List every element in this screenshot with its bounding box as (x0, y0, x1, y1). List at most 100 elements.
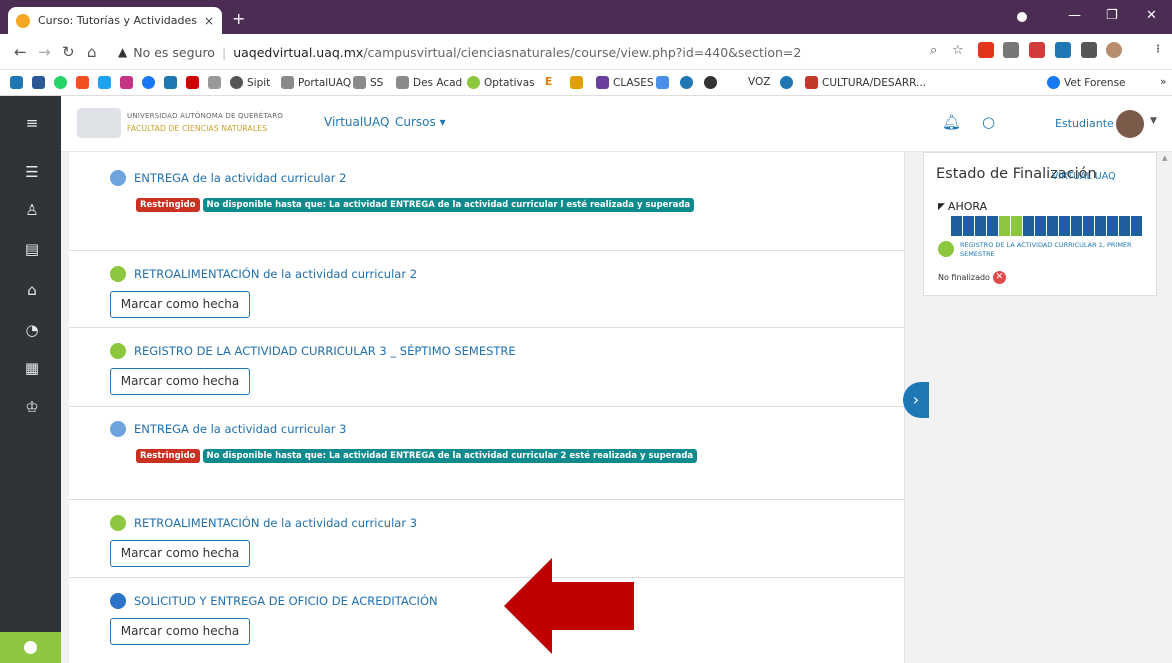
mark-done-button[interactable]: Marcar como hecha (110, 368, 250, 395)
bookmark-des-acad[interactable]: Des Acad (396, 76, 462, 89)
bookmark-5-icon[interactable] (656, 76, 669, 89)
linkedin-icon[interactable] (1055, 42, 1071, 58)
bookmark-4-icon[interactable] (570, 76, 583, 89)
mark-done-button[interactable]: Marcar como hecha (110, 291, 250, 318)
forward-icon[interactable]: → (38, 43, 51, 61)
bookmark-optativas[interactable]: Optativas (467, 76, 535, 89)
outlook-icon[interactable] (10, 76, 23, 89)
accessibility-button[interactable] (0, 632, 61, 663)
browser-tab[interactable]: Curso: Tutorías y Actividades Cur × (8, 7, 222, 34)
progress-segment[interactable] (1071, 216, 1082, 236)
progress-segment[interactable] (951, 216, 962, 236)
star-icon[interactable]: ☆ (952, 43, 964, 58)
bookmark-3-icon[interactable] (208, 76, 221, 89)
restricted-badge: Restringido (136, 449, 200, 463)
minimize-icon[interactable]: — (1068, 8, 1081, 23)
bookmark-ss[interactable]: SS (353, 76, 383, 89)
adblock-icon[interactable] (978, 42, 994, 58)
activity-link[interactable]: SOLICITUD Y ENTREGA DE OFICIO DE ACREDIT… (134, 594, 438, 608)
mark-done-button[interactable]: Marcar como hecha (110, 618, 250, 645)
profile-icon[interactable] (1106, 42, 1122, 58)
list-icon[interactable]: ☰ (22, 162, 42, 182)
bookmark-6-icon[interactable] (704, 76, 717, 89)
progress-segment[interactable] (1035, 216, 1046, 236)
messages-icon[interactable]: ○ (982, 113, 995, 131)
restriction-info: No disponible hasta que: La actividad EN… (202, 449, 698, 463)
participants-icon[interactable]: ♙ (22, 200, 42, 220)
assignment-icon (110, 593, 126, 609)
bookmark-voz[interactable]: VOZ (748, 76, 770, 88)
brand-link[interactable]: VirtualUAQ (324, 115, 389, 129)
progress-segment[interactable] (1047, 216, 1058, 236)
activity-link[interactable]: REGISTRO DE LA ACTIVIDAD CURRICULAR 1, P… (960, 241, 1148, 259)
graduation-cap-icon[interactable]: ♔ (22, 397, 42, 417)
activity-link[interactable]: ENTREGA de la actividad curricular 2 (134, 171, 347, 185)
bookmark-vet-forense[interactable]: Vet Forense (1047, 76, 1126, 89)
search-bookmark-icon[interactable] (680, 76, 693, 89)
bookmark-icon[interactable] (32, 76, 45, 89)
restricted-badge: Restringido (136, 198, 200, 212)
activity-link[interactable]: RETROALIMENTACIÓN de la actividad curric… (134, 267, 417, 281)
zoom-icon[interactable]: ⌕ (930, 43, 937, 58)
bookmark-e[interactable]: E (545, 76, 552, 88)
progress-segment[interactable] (1107, 216, 1118, 236)
courses-menu[interactable]: Cursos ▾ (395, 115, 446, 129)
progress-segment[interactable] (1083, 216, 1094, 236)
reload-icon[interactable]: ↻ (62, 43, 75, 61)
puzzle-icon[interactable] (1081, 42, 1097, 58)
notifications-bell-icon[interactable]: 🔔︎ (942, 113, 961, 131)
progress-segment[interactable] (1131, 216, 1142, 236)
activity-link[interactable]: ENTREGA de la actividad curricular 3 (134, 422, 347, 436)
red-arrow-annotation (504, 558, 634, 654)
url-field[interactable]: ▲ No es seguro | uaqedvirtual.uaq.mx /ca… (118, 40, 888, 64)
back-icon[interactable]: ← (14, 43, 27, 61)
completion-status: No finalizado (938, 273, 990, 282)
scrollbar[interactable]: ▲ (1159, 152, 1172, 663)
progress-segment[interactable] (1023, 216, 1034, 236)
bookmark-cultura[interactable]: CULTURA/DESARR... (805, 76, 926, 89)
bookmark-7-icon[interactable] (780, 76, 793, 89)
activity-link[interactable]: REGISTRO DE LA ACTIVIDAD CURRICULAR 3 _ … (134, 344, 516, 358)
facebook-icon[interactable] (142, 76, 155, 89)
instagram-icon[interactable] (120, 76, 133, 89)
home-icon[interactable]: ⌂ (87, 43, 97, 61)
progress-segment[interactable] (1095, 216, 1106, 236)
twitter-icon[interactable] (98, 76, 111, 89)
user-menu-caret-icon[interactable]: ▼ (1150, 116, 1157, 126)
progress-segment[interactable] (1119, 216, 1130, 236)
activity-link[interactable]: RETROALIMENTACIÓN de la actividad curric… (134, 516, 417, 530)
more-bookmarks-icon[interactable]: » (1160, 76, 1166, 88)
dashboard-icon[interactable]: ◔ (22, 320, 42, 340)
progress-segment[interactable] (1011, 216, 1022, 236)
close-window-icon[interactable]: ✕ (1146, 8, 1157, 23)
mark-done-button[interactable]: Marcar como hecha (110, 540, 250, 567)
progress-segment[interactable] (963, 216, 974, 236)
calendar-icon[interactable]: ▦ (22, 358, 42, 378)
user-role[interactable]: Estudiante (1055, 117, 1114, 130)
progress-segment[interactable] (987, 216, 998, 236)
bookmark-sipit[interactable]: Sipit (230, 76, 270, 89)
progress-segment[interactable] (975, 216, 986, 236)
home-nav-icon[interactable]: ⌂ (22, 280, 42, 300)
restriction-info: No disponible hasta que: La actividad EN… (202, 198, 695, 212)
tab-close-icon[interactable]: × (204, 14, 214, 28)
extension-2-icon[interactable] (1029, 42, 1045, 58)
extension-icon[interactable] (1003, 42, 1019, 58)
hamburger-icon[interactable]: ≡ (22, 113, 42, 133)
avatar[interactable] (1116, 110, 1144, 138)
new-tab-icon[interactable]: + (232, 9, 245, 28)
bookmark-2-icon[interactable] (164, 76, 177, 89)
scroll-up-icon[interactable]: ▲ (1162, 154, 1167, 162)
grades-icon[interactable]: ▤ (22, 239, 42, 259)
restore-icon[interactable]: ❐ (1106, 8, 1118, 23)
microsoft-icon[interactable] (76, 76, 89, 89)
bookmark-clases[interactable]: CLASES (596, 76, 654, 89)
bookmark-portaluaq[interactable]: PortalUAQ (281, 76, 351, 89)
progress-segment[interactable] (1059, 216, 1070, 236)
progress-segment[interactable] (999, 216, 1010, 236)
university-logo[interactable] (77, 108, 121, 138)
menu-dots-icon[interactable]: ⋮ (1150, 42, 1166, 58)
whatsapp-icon[interactable] (54, 76, 67, 89)
divider (69, 406, 904, 407)
youtube-icon[interactable] (186, 76, 199, 89)
